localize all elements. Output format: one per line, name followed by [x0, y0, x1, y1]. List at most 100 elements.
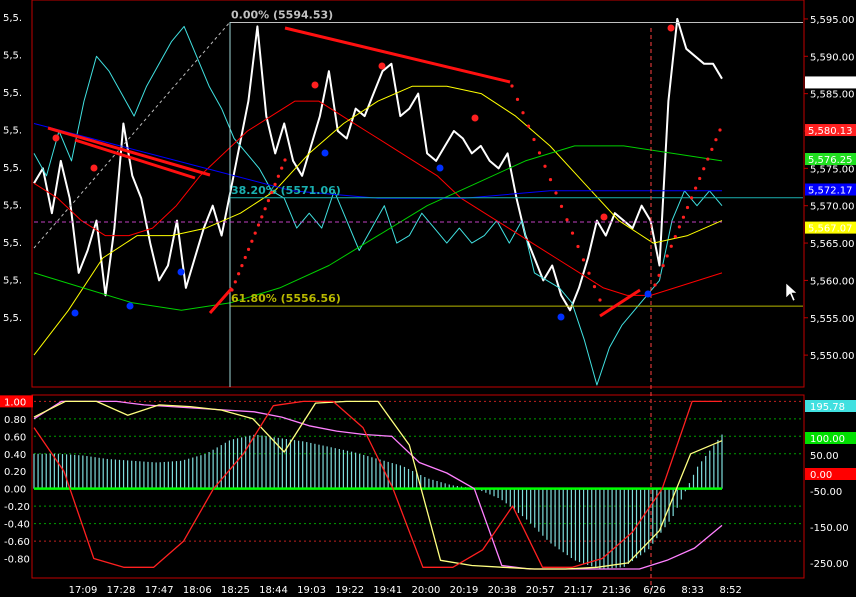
pivot-high-marker: [90, 164, 98, 172]
pivot-low-marker: [644, 290, 652, 298]
osc-value-badge-label: 100.00: [810, 434, 845, 445]
osc-value-badge-label: 195.78: [810, 402, 845, 413]
osc-y-tick-label: 0.80: [4, 415, 26, 426]
price-panel-frame: [31, 0, 805, 388]
x-tick-label: 18:06: [183, 585, 212, 596]
chart-canvas[interactable]: 0.00% (5594.53) 38.20% (5571.06) 61.80% (5…: [0, 0, 856, 597]
sar-dot: [653, 283, 657, 287]
osc-max-badge-label: 1.00: [4, 397, 26, 408]
sar-dot: [669, 244, 673, 248]
sar-dot: [598, 298, 602, 302]
pivot-high-marker: [667, 24, 675, 32]
x-tick-label: 8:33: [681, 585, 703, 596]
fib-level-label: 61.80% (5556.56): [231, 292, 341, 305]
sar-dot: [240, 264, 244, 268]
fib-level-label: 38.20% (5571.06): [231, 184, 341, 197]
pivot-high-marker: [52, 134, 60, 142]
sar-dot: [515, 97, 520, 101]
sar-dot: [673, 234, 677, 239]
pivot-low-marker: [557, 313, 565, 321]
osc-right-tick-label: -50.00: [810, 487, 842, 498]
left-tick-label: 5,5.: [3, 13, 22, 24]
x-tick-label: 8:52: [719, 585, 741, 596]
sar-dot: [694, 186, 698, 190]
oscillator-panel: [33, 400, 803, 570]
sar-dot: [689, 196, 694, 200]
left-tick-label: 5,5.: [3, 163, 22, 174]
left-tick-label: 5,5.: [3, 88, 22, 99]
y-tick-label: 5,560.00: [810, 276, 855, 287]
sar-dot: [521, 111, 525, 115]
osc-y-tick-label: -0.40: [4, 520, 30, 531]
sar-dot: [266, 199, 271, 203]
sar-dot: [543, 164, 547, 168]
y-tick-label: 5,595.00: [810, 15, 855, 26]
price-series-line: [33, 145, 723, 311]
x-tick-label: 17:47: [145, 585, 174, 596]
sar-dot: [532, 137, 536, 142]
sar-dot: [243, 255, 247, 260]
left-tick-label: 5,5.: [3, 276, 22, 287]
x-tick-label: 20:00: [411, 585, 440, 596]
x-tick-label: 20:38: [488, 585, 517, 596]
sar-segment: [599, 288, 641, 318]
sar-dot: [581, 258, 586, 262]
sar-segment: [208, 287, 234, 314]
sar-dot: [537, 151, 542, 155]
trend-line: [33, 21, 231, 249]
sar-dot: [273, 182, 277, 186]
sar-dot: [570, 231, 575, 235]
sar-dot: [270, 190, 274, 195]
x-tick-label: 18:25: [221, 585, 250, 596]
sar-dot: [698, 176, 702, 181]
osc-y-tick-label: -0.80: [4, 555, 30, 566]
price-series-line: [33, 85, 723, 356]
sar-dot: [554, 191, 558, 195]
pivot-low-marker: [436, 164, 444, 172]
trading-chart[interactable]: 0.00% (5594.53) 38.20% (5571.06) 61.80% (5…: [0, 0, 856, 597]
sar-dot: [283, 158, 287, 162]
mouse-cursor-icon: [785, 282, 798, 302]
pivot-high-marker: [471, 114, 479, 122]
sar-dot: [246, 247, 251, 251]
pivot-high-marker: [600, 213, 608, 221]
sar-dot: [718, 128, 722, 132]
sar-dot: [681, 215, 686, 219]
sar-dot: [250, 239, 254, 243]
sar-dot: [661, 264, 665, 268]
sar-dot: [702, 167, 706, 171]
sar-dot: [677, 225, 681, 229]
sar-dot: [576, 244, 580, 249]
y-tick-label: 5,550.00: [810, 351, 855, 362]
sar-dot: [559, 204, 564, 208]
sar-dot: [685, 205, 690, 210]
x-tick-label: 19:41: [373, 585, 402, 596]
price-panel: 0.00% (5594.53) 38.20% (5571.06) 61.80% (5…: [33, 8, 803, 590]
osc-right-tick-label: -250.00: [810, 559, 849, 570]
sar-dot: [548, 178, 553, 182]
y-tick-label: 5,590.00: [810, 52, 855, 63]
osc-y-tick-label: -0.60: [4, 537, 30, 548]
x-tick-label: 21:17: [564, 585, 593, 596]
x-tick-label: 21:36: [602, 585, 631, 596]
value-badge-label: 5,567.07: [808, 224, 853, 235]
left-tick-label: 5,5.: [3, 201, 22, 212]
pivot-low-marker: [126, 302, 134, 310]
x-tick-label: 17:28: [107, 585, 136, 596]
sar-dot: [592, 285, 597, 289]
sar-segment: [74, 138, 196, 180]
osc-y-tick-label: 0.40: [4, 450, 26, 461]
y-tick-label: 5,565.00: [810, 239, 855, 250]
x-tick-label: 20:57: [526, 585, 555, 596]
sar-segment: [284, 26, 511, 84]
sar-dot: [657, 273, 661, 277]
value-badge-label: 5,572.17: [808, 185, 853, 196]
sar-dot: [565, 218, 569, 222]
osc-value-badge-label: 0.00: [810, 470, 832, 481]
x-tick-label: 6/26: [643, 585, 665, 596]
y-tick-label: 5,555.00: [810, 314, 855, 325]
sar-dot: [710, 147, 714, 151]
sar-dot: [276, 174, 280, 178]
x-tick-label: 19:22: [335, 585, 364, 596]
sar-dot: [526, 124, 531, 128]
